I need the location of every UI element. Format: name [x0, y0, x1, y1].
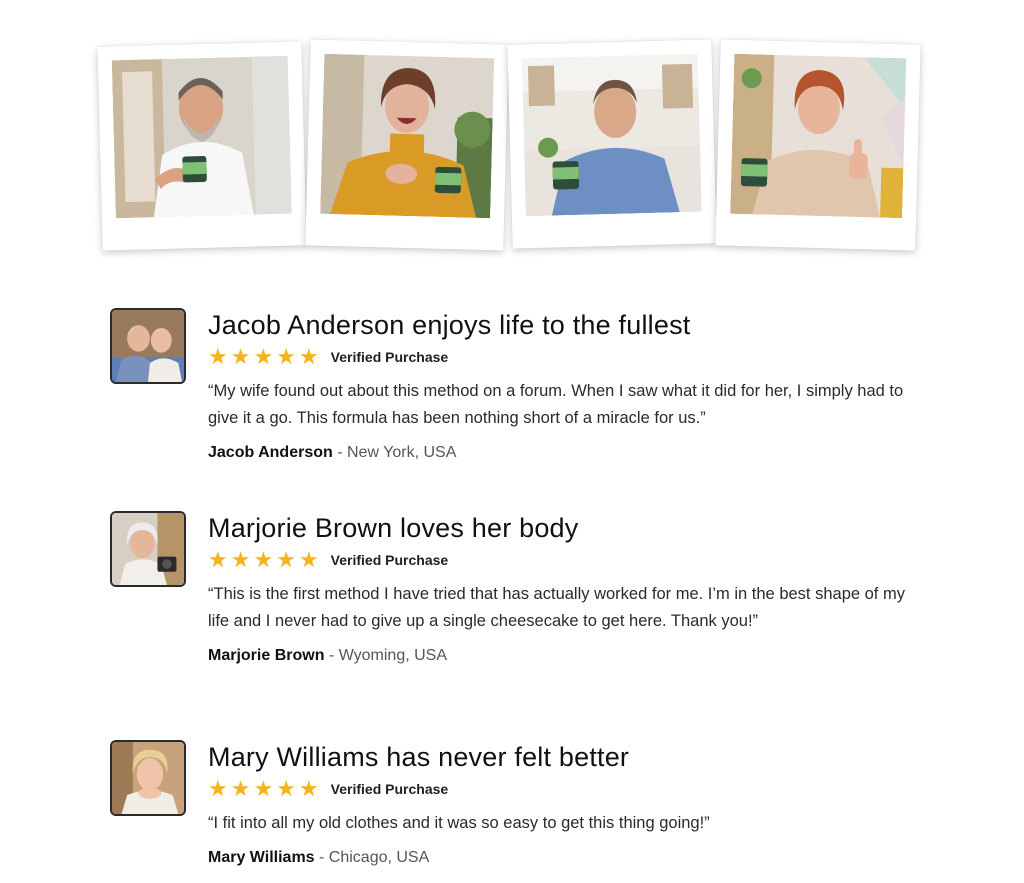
review-author-row: Mary Williams - Chicago, USA: [208, 847, 908, 869]
testimonial-photo-woman-thumbs-up: [730, 53, 907, 219]
star-icon: ★: [230, 344, 251, 369]
review-location: New York, USA: [346, 444, 457, 461]
star-icon: ★: [208, 776, 228, 801]
star-icon: ★: [276, 547, 296, 572]
star-icon: ★: [298, 547, 319, 572]
star-icon: ★: [230, 547, 251, 572]
rating-row: ★ ★ ★ ★ ★ Verified Purchase: [208, 778, 908, 800]
review-author-row: Marjorie Brown - Wyoming, USA: [208, 645, 908, 667]
testimonial-photo-woman-yellow-sweater: [320, 53, 495, 219]
star-icon: ★: [208, 547, 228, 572]
review-title: Marjorie Brown loves her body: [208, 513, 579, 543]
verified-purchase-label: Verified Purchase: [330, 349, 449, 365]
star-icon: ★: [253, 776, 274, 801]
polaroid-photo-4: [715, 39, 921, 251]
author-separator: -: [332, 444, 347, 461]
star-rating: ★ ★ ★ ★ ★: [208, 778, 319, 800]
review-quote: “This is the first method I have tried t…: [208, 585, 905, 630]
star-icon: ★: [253, 547, 274, 572]
rating-row: ★ ★ ★ ★ ★ Verified Purchase: [208, 549, 908, 571]
star-icon: ★: [253, 344, 274, 369]
verified-purchase-label: Verified Purchase: [330, 781, 449, 797]
star-icon: ★: [298, 344, 319, 369]
star-icon: ★: [276, 344, 296, 369]
review-author: Marjorie Brown: [208, 647, 325, 664]
polaroid-photo-3: [507, 39, 717, 249]
review-author: Jacob Anderson: [208, 444, 333, 461]
review-author: Mary Williams: [208, 849, 315, 866]
review-quote: “I fit into all my old clothes and it wa…: [208, 814, 710, 832]
review-location: Wyoming, USA: [338, 647, 448, 664]
testimonial-photo-man-white-shirt: [111, 55, 292, 219]
author-separator: -: [314, 849, 329, 866]
review-title: Mary Williams has never felt better: [208, 742, 630, 772]
review-location: Chicago, USA: [328, 849, 430, 866]
testimonial-photo-man-blue-shirt: [521, 53, 702, 217]
polaroid-photo-1: [97, 41, 307, 251]
star-icon: ★: [276, 776, 296, 801]
author-separator: -: [324, 647, 339, 664]
polaroid-photo-2: [305, 39, 509, 251]
star-rating: ★ ★ ★ ★ ★: [208, 346, 319, 368]
star-icon: ★: [298, 776, 319, 801]
star-icon: ★: [208, 344, 228, 369]
rating-row: ★ ★ ★ ★ ★ Verified Purchase: [208, 346, 908, 368]
avatar: [110, 308, 186, 384]
review-author-row: Jacob Anderson - New York, USA: [208, 442, 908, 464]
star-rating: ★ ★ ★ ★ ★: [208, 549, 319, 571]
review-quote: “My wife found out about this method on …: [208, 382, 904, 427]
star-icon: ★: [230, 776, 251, 801]
review-title: Jacob Anderson enjoys life to the fulles…: [208, 310, 691, 340]
verified-purchase-label: Verified Purchase: [330, 552, 449, 568]
avatar: [110, 740, 186, 816]
avatar: [110, 511, 186, 587]
